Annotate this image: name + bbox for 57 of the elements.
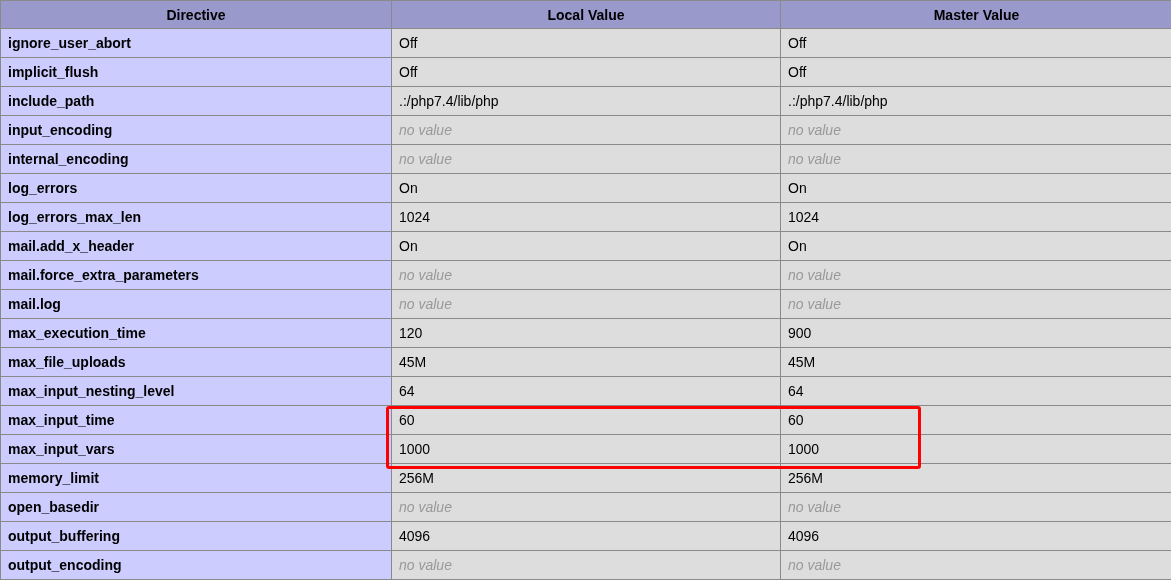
- directive-cell: mail.log: [0, 289, 392, 319]
- directive-cell: include_path: [0, 86, 392, 116]
- directive-cell: implicit_flush: [0, 57, 392, 87]
- value-cell: 1000: [780, 434, 1171, 464]
- directive-cell: open_basedir: [0, 492, 392, 522]
- column-header: Master Value: [780, 0, 1171, 29]
- directive-cell: output_buffering: [0, 521, 392, 551]
- directive-cell: log_errors: [0, 173, 392, 203]
- directive-cell: max_input_time: [0, 405, 392, 435]
- value-cell: 4096: [391, 521, 781, 551]
- directive-cell: max_input_nesting_level: [0, 376, 392, 406]
- value-cell: 4096: [780, 521, 1171, 551]
- value-cell: 1024: [780, 202, 1171, 232]
- value-cell: .:/php7.4/lib/php: [391, 86, 781, 116]
- value-cell: 64: [391, 376, 781, 406]
- value-cell: no value: [391, 550, 781, 580]
- value-cell: Off: [391, 28, 781, 58]
- column-header: Directive: [0, 0, 392, 29]
- value-cell: On: [391, 231, 781, 261]
- value-cell: no value: [780, 260, 1171, 290]
- value-cell: no value: [391, 144, 781, 174]
- value-cell: .:/php7.4/lib/php: [780, 86, 1171, 116]
- directive-cell: mail.force_extra_parameters: [0, 260, 392, 290]
- value-cell: no value: [780, 115, 1171, 145]
- value-cell: On: [391, 173, 781, 203]
- directive-cell: max_execution_time: [0, 318, 392, 348]
- value-cell: no value: [391, 289, 781, 319]
- value-cell: no value: [780, 289, 1171, 319]
- value-cell: Off: [780, 57, 1171, 87]
- value-cell: no value: [780, 144, 1171, 174]
- value-cell: 1000: [391, 434, 781, 464]
- directive-cell: input_encoding: [0, 115, 392, 145]
- value-cell: 256M: [780, 463, 1171, 493]
- value-cell: 120: [391, 318, 781, 348]
- value-cell: On: [780, 173, 1171, 203]
- directive-cell: log_errors_max_len: [0, 202, 392, 232]
- value-cell: no value: [391, 115, 781, 145]
- value-cell: 64: [780, 376, 1171, 406]
- value-cell: 45M: [780, 347, 1171, 377]
- value-cell: On: [780, 231, 1171, 261]
- directive-cell: mail.add_x_header: [0, 231, 392, 261]
- value-cell: 1024: [391, 202, 781, 232]
- value-cell: no value: [780, 550, 1171, 580]
- directive-cell: max_file_uploads: [0, 347, 392, 377]
- directive-cell: memory_limit: [0, 463, 392, 493]
- value-cell: Off: [391, 57, 781, 87]
- directive-cell: internal_encoding: [0, 144, 392, 174]
- column-header: Local Value: [391, 0, 781, 29]
- directive-cell: ignore_user_abort: [0, 28, 392, 58]
- value-cell: 45M: [391, 347, 781, 377]
- value-cell: Off: [780, 28, 1171, 58]
- value-cell: no value: [391, 492, 781, 522]
- value-cell: no value: [391, 260, 781, 290]
- directive-cell: max_input_vars: [0, 434, 392, 464]
- value-cell: 900: [780, 318, 1171, 348]
- value-cell: no value: [780, 492, 1171, 522]
- directive-cell: output_encoding: [0, 550, 392, 580]
